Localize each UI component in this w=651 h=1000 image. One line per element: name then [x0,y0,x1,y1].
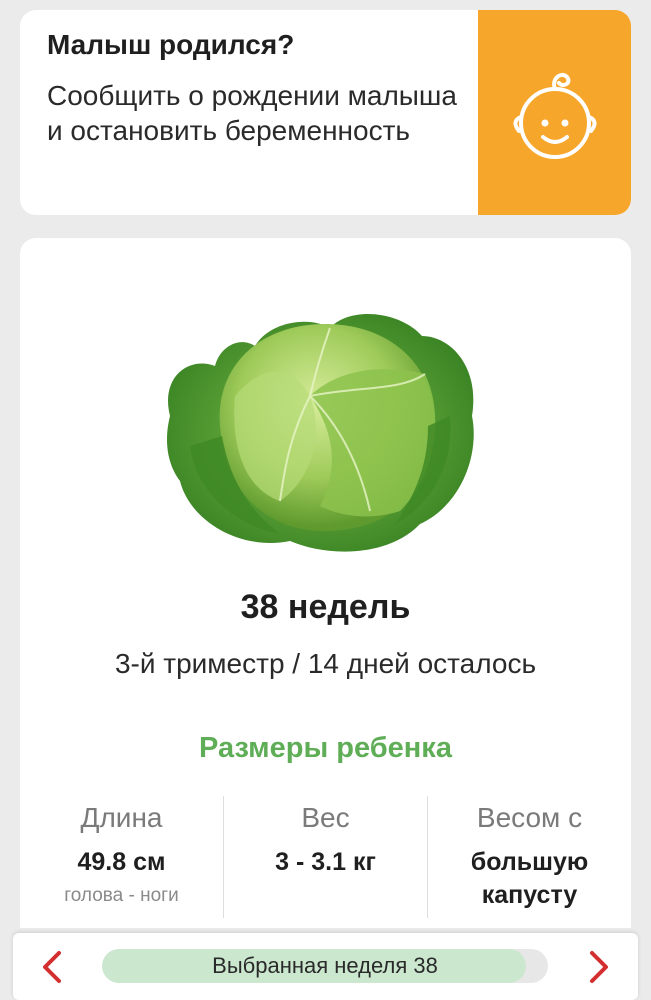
comparison-value-line1: большую [470,848,589,876]
birth-card[interactable]: Малыш родился? Сообщить о рождении малыш… [20,10,631,215]
comparison-stat: Весом с большую капусту [427,796,631,918]
weight-label: Вес [301,802,350,833]
weight-value: 3 - 3.1 кг [275,848,376,876]
weight-stat: Вес 3 - 3.1 кг [223,796,427,918]
length-stat: Длина 49.8 см голова - ноги [20,796,223,918]
baby-sizes-stats: Длина 49.8 см голова - ноги Вес 3 - 3.1 … [20,796,631,918]
previous-week-button[interactable] [33,947,73,987]
week-subtitle: 3-й триместр / 14 дней осталось [114,648,537,679]
baby-born-button[interactable] [478,10,631,215]
chevron-left-icon [43,951,61,983]
comparison-label: Весом с [476,802,583,833]
length-label: Длина [80,802,163,833]
week-selector-bar: Выбранная неделя 38 [13,933,638,1000]
length-note: голова - ноги [64,885,179,906]
next-week-button[interactable] [578,947,618,987]
birth-card-text: Малыш родился? Сообщить о рождении малыш… [47,28,467,148]
week-title: 38 недель [240,588,411,626]
cabbage-image [167,314,474,552]
baby-sizes-heading: Размеры ребенка [199,732,452,764]
week-card: 38 недель 3-й триместр / 14 дней осталос… [20,238,631,928]
week-progress-track[interactable]: Выбранная неделя 38 [102,949,548,983]
comparison-value: большую капусту [428,846,631,912]
birth-card-description: Сообщить о рождении малыша и остановить … [47,80,457,146]
chevron-right-icon [590,951,608,983]
comparison-value-line2: капусту [481,881,578,909]
baby-face-icon [513,72,596,159]
length-value: 49.8 см [77,848,166,876]
selected-week-label: Выбранная неделя 38 [212,953,438,978]
birth-card-title: Малыш родился? [47,29,295,60]
